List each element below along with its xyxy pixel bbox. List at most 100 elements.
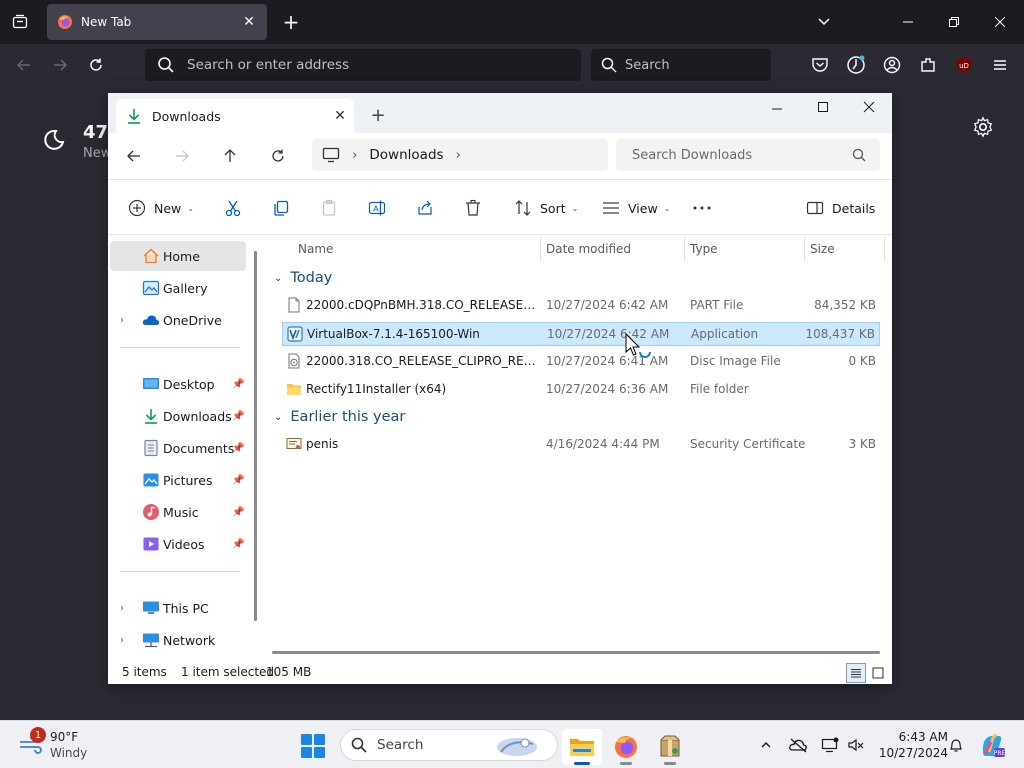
nav-item-this-pc[interactable]: › This PC	[110, 593, 246, 623]
nav-item-music[interactable]: Music 📌	[110, 497, 246, 527]
new-tab-button[interactable]: +	[279, 10, 303, 34]
network-display-icon[interactable]	[820, 735, 840, 755]
pin-icon[interactable]: 📌	[232, 379, 244, 390]
details-view-button[interactable]	[846, 663, 866, 683]
nav-item-documents[interactable]: Documents 📌	[110, 433, 246, 463]
refresh-icon[interactable]	[266, 144, 290, 168]
up-arrow-icon[interactable]	[218, 144, 242, 168]
table-row[interactable]: 22000.318.CO_RELEASE_CLIPRO_RET_X64... 1…	[282, 350, 880, 374]
reload-icon[interactable]	[84, 53, 108, 77]
onedrive-offline-icon[interactable]	[788, 735, 808, 755]
list-all-tabs-icon[interactable]	[814, 12, 834, 32]
minimize-icon[interactable]	[896, 10, 920, 34]
notification-bell-icon[interactable]	[946, 735, 966, 755]
back-arrow-icon[interactable]	[12, 53, 36, 77]
account-icon[interactable]	[880, 53, 904, 77]
back-arrow-icon[interactable]	[122, 144, 146, 168]
windows-start-icon[interactable]	[300, 733, 326, 759]
show-hidden-icons-chevron-up-icon[interactable]	[756, 735, 776, 755]
nav-item-gallery[interactable]: Gallery	[110, 273, 246, 303]
nav-item-network[interactable]: › Network	[110, 625, 246, 655]
cut-button[interactable]	[224, 194, 242, 222]
extension-timer-icon[interactable]	[844, 53, 868, 77]
tiles-view-button[interactable]	[868, 663, 888, 683]
taskbar-search-box[interactable]: Search	[340, 729, 558, 761]
column-divider[interactable]	[804, 237, 805, 261]
table-row[interactable]: Rectify11Installer (x64) 10/27/2024 6:36…	[282, 378, 880, 402]
pin-icon[interactable]: 📌	[232, 475, 244, 486]
taskbar-file-explorer[interactable]	[562, 729, 602, 765]
music-icon	[142, 503, 160, 521]
close-window-icon[interactable]	[846, 93, 892, 121]
rename-button[interactable]: A	[368, 194, 386, 222]
explorer-tab-downloads[interactable]: Downloads ✕	[116, 99, 354, 133]
chevron-right-icon[interactable]: ›	[456, 147, 461, 163]
delete-button[interactable]	[464, 194, 482, 222]
column-header-type[interactable]: Type	[690, 235, 718, 263]
forward-arrow-icon[interactable]	[48, 53, 72, 77]
chevron-right-icon[interactable]: ›	[120, 603, 132, 614]
menu-hamburger-icon[interactable]	[988, 53, 1012, 77]
group-header-today[interactable]: ⌄ Today	[274, 267, 332, 289]
column-header-date-modified[interactable]: Date modified	[546, 235, 631, 263]
details-pane-button[interactable]: Details	[806, 194, 875, 222]
table-row[interactable]: 22000.cDQPnBMH.318.CO_RELEASE_CLIP... 10…	[282, 294, 880, 318]
table-row-selected[interactable]: VirtualBox-7.1.4-165100-Win 10/27/2024 6…	[282, 322, 880, 346]
nav-item-home[interactable]: Home	[110, 241, 246, 271]
new-button[interactable]: New ⌄	[128, 194, 194, 222]
volume-muted-icon[interactable]	[846, 735, 866, 755]
new-tab-button[interactable]: +	[366, 103, 390, 127]
column-header-size[interactable]: Size	[810, 235, 835, 263]
column-divider[interactable]	[684, 237, 685, 261]
taskbar-clock[interactable]: 6:43 AM 10/27/2024	[872, 729, 948, 761]
nav-item-onedrive[interactable]: › OneDrive	[110, 305, 246, 335]
breadcrumb-downloads[interactable]: Downloads	[369, 147, 443, 163]
close-tab-icon[interactable]: ✕	[241, 14, 257, 30]
copy-button[interactable]	[272, 194, 290, 222]
maximize-icon[interactable]	[800, 93, 846, 121]
chevron-right-icon[interactable]: ›	[120, 635, 132, 646]
restore-icon[interactable]	[942, 10, 966, 34]
minimize-icon[interactable]	[754, 95, 800, 123]
more-options-button[interactable]	[692, 194, 712, 222]
browser-tab-new-tab[interactable]: New Tab ✕	[47, 4, 267, 40]
search-icon	[601, 57, 617, 73]
column-divider[interactable]	[540, 237, 541, 261]
browser-search-box[interactable]: Search	[591, 49, 771, 81]
pocket-icon[interactable]	[808, 53, 832, 77]
nav-item-videos[interactable]: Videos 📌	[110, 529, 246, 559]
view-button[interactable]: View ⌄	[602, 194, 670, 222]
taskbar-firefox[interactable]	[606, 729, 646, 765]
address-bar[interactable]: › Downloads ›	[312, 139, 608, 171]
nav-item-downloads[interactable]: Downloads 📌	[110, 401, 246, 431]
taskbar-installer-app[interactable]	[650, 729, 690, 765]
firefox-view-icon[interactable]	[8, 10, 32, 34]
nav-item-desktop[interactable]: Desktop 📌	[110, 369, 246, 399]
search-downloads-input[interactable]: Search Downloads	[616, 139, 880, 171]
file-list-scrollbar[interactable]	[272, 651, 880, 654]
gear-icon[interactable]	[972, 116, 994, 138]
sort-button[interactable]: Sort ⌄	[514, 194, 578, 222]
pin-icon[interactable]: 📌	[232, 507, 244, 518]
file-date: 10/27/2024 6:42 AM	[546, 298, 669, 312]
table-row[interactable]: penis 4/16/2024 4:44 PM Security Certifi…	[282, 433, 880, 457]
column-divider[interactable]	[884, 237, 885, 261]
pin-icon[interactable]: 📌	[232, 443, 244, 454]
extensions-icon[interactable]	[916, 53, 940, 77]
pin-icon[interactable]: 📌	[232, 411, 244, 422]
taskbar-weather-widget[interactable]: 1 90°F Windy	[16, 727, 126, 763]
nav-item-pictures[interactable]: Pictures 📌	[110, 465, 246, 495]
copilot-icon[interactable]: PRE	[978, 731, 1006, 759]
pin-icon[interactable]: 📌	[232, 539, 244, 550]
paste-button[interactable]	[320, 194, 338, 222]
close-tab-icon[interactable]: ✕	[326, 102, 354, 130]
forward-arrow-icon[interactable]	[170, 144, 194, 168]
nav-pane-scrollbar[interactable]	[254, 251, 257, 621]
chevron-right-icon[interactable]: ›	[120, 315, 132, 326]
group-header-earlier-this-year[interactable]: ⌄ Earlier this year	[274, 406, 405, 428]
ublock-origin-icon[interactable]: uD	[952, 53, 976, 77]
url-bar[interactable]: Search or enter address	[145, 49, 581, 81]
close-window-icon[interactable]	[988, 10, 1012, 34]
column-header-name[interactable]: Name	[298, 235, 333, 263]
share-button[interactable]	[416, 194, 434, 222]
